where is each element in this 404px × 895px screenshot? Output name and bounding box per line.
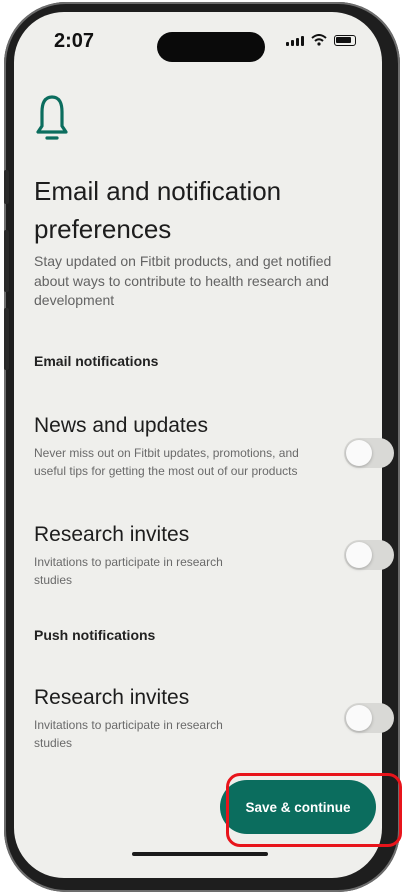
research-invites-push-description: Invitations to participate in research s… [34, 718, 223, 750]
toggle-knob [346, 705, 372, 731]
volume-down-button [4, 308, 9, 370]
volume-up-button [4, 230, 9, 292]
page-title: Email and notification preferences [34, 176, 282, 244]
research-invites-push-title: Research invites [34, 686, 190, 709]
status-icons [286, 34, 356, 46]
wifi-icon [311, 34, 327, 46]
research-invites-push-toggle[interactable] [344, 703, 394, 733]
research-invites-email-description: Invitations to participate in research s… [34, 555, 223, 587]
action-button [4, 170, 9, 204]
section-heading-email: Email notifications [34, 353, 159, 369]
bell-icon [36, 95, 68, 140]
status-time: 2:07 [54, 30, 95, 52]
home-indicator [132, 852, 268, 856]
news-updates-toggle[interactable] [344, 438, 394, 468]
news-updates-title: News and updates [34, 414, 208, 437]
dynamic-island [157, 32, 265, 62]
research-invites-email-toggle[interactable] [344, 540, 394, 570]
toggle-knob [346, 440, 372, 466]
section-heading-push: Push notifications [34, 627, 156, 643]
research-invites-email-title: Research invites [34, 523, 190, 546]
news-updates-description: Never miss out on Fitbit updates, promot… [34, 446, 299, 478]
page-subtitle: Stay updated on Fitbit products, and get… [34, 253, 332, 308]
battery-icon [334, 35, 356, 46]
cellular-signal-icon [286, 36, 304, 46]
highlight-box [226, 773, 402, 847]
toggle-knob [346, 542, 372, 568]
